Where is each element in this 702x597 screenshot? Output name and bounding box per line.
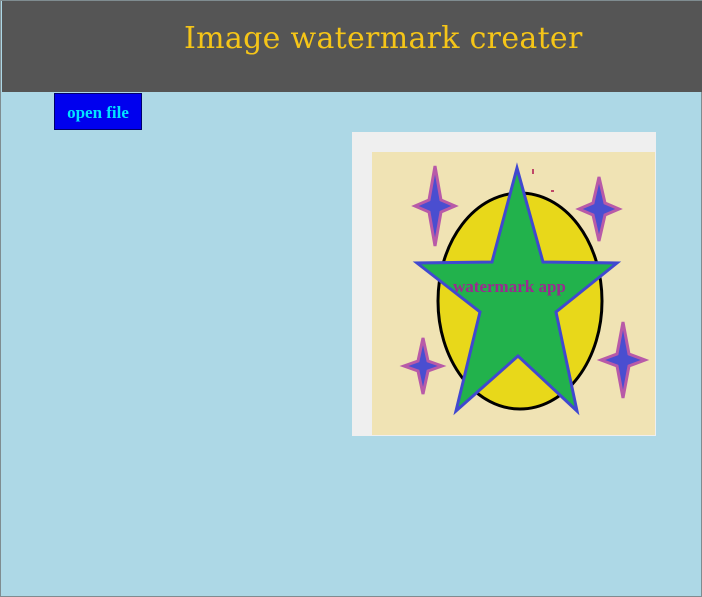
sparkle-bottom-left bbox=[399, 337, 447, 395]
sparkle-top-left bbox=[411, 165, 459, 247]
sparkle-top-right bbox=[575, 176, 623, 242]
image-preview: watermark app bbox=[372, 152, 655, 435]
open-file-button[interactable]: open file bbox=[54, 93, 142, 130]
app-title: Image watermark creater bbox=[184, 21, 583, 56]
sparkle-bottom-right bbox=[596, 321, 650, 399]
app-header: Image watermark creater bbox=[2, 1, 702, 92]
small-mark bbox=[551, 190, 554, 192]
watermark-text: watermark app bbox=[453, 277, 566, 296]
small-mark bbox=[532, 169, 534, 174]
image-preview-frame: watermark app bbox=[352, 132, 656, 436]
app-window: Image watermark creater open file waterm… bbox=[0, 0, 702, 597]
preview-image: watermark app bbox=[399, 162, 650, 416]
